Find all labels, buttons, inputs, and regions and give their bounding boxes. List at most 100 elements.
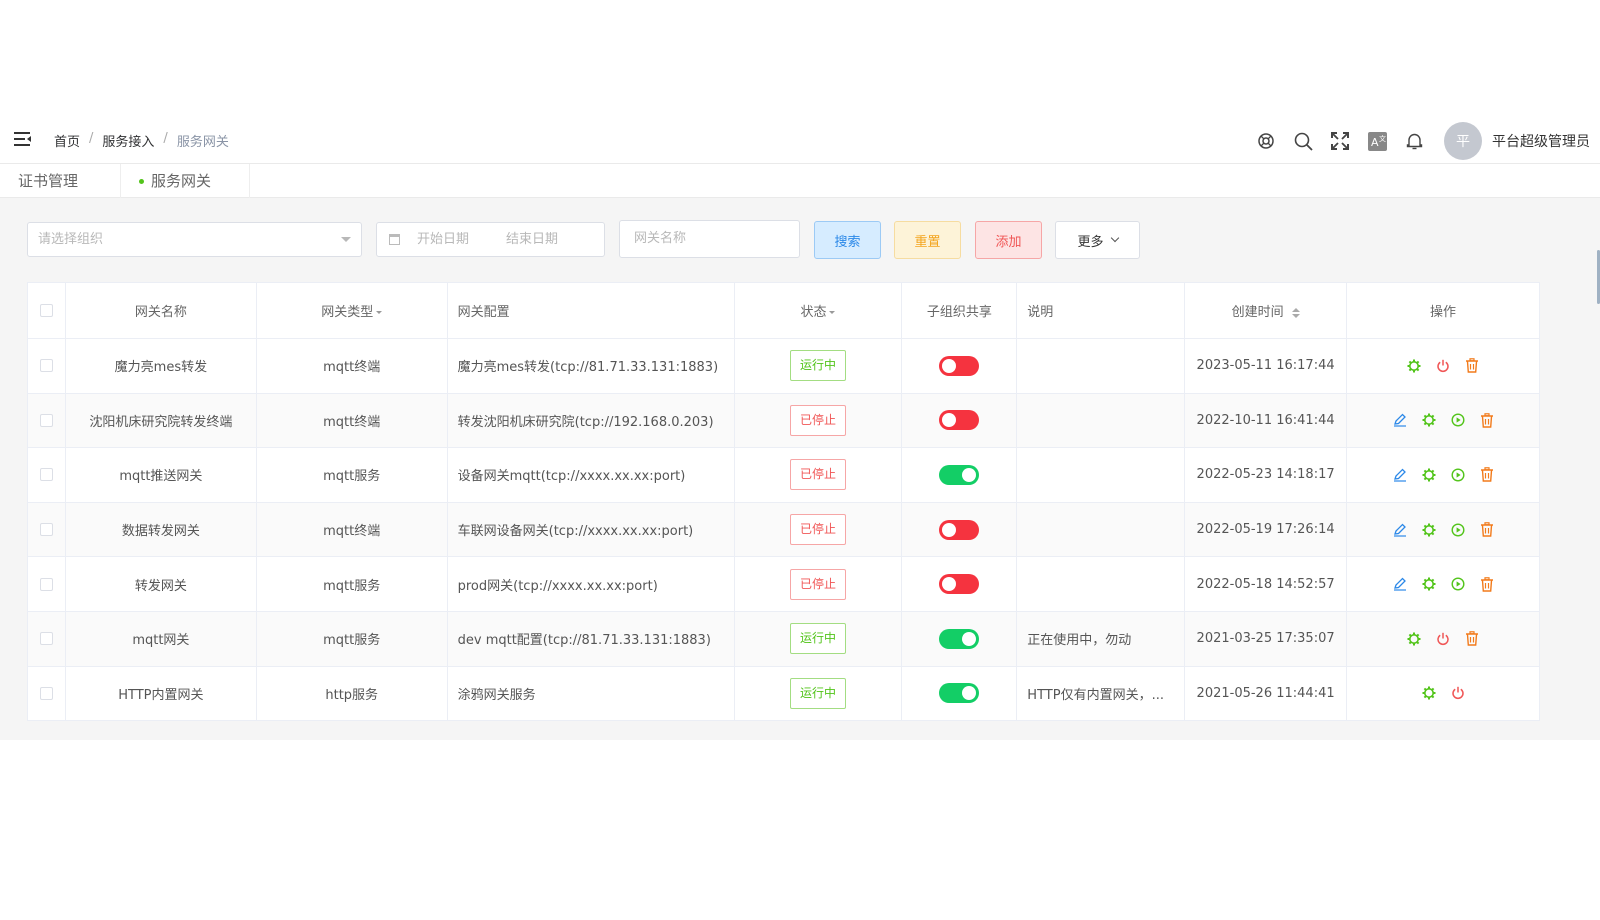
- breadcrumb-home[interactable]: 首页: [54, 131, 80, 150]
- gear-icon[interactable]: [1406, 358, 1422, 374]
- bell-icon[interactable]: [1403, 130, 1425, 152]
- toggle-knob: [942, 577, 957, 592]
- pencil-icon[interactable]: [1392, 412, 1408, 428]
- cell-gateway-type: mqtt终端: [255, 392, 448, 449]
- power-icon[interactable]: [1435, 631, 1451, 647]
- gear-icon[interactable]: [1421, 576, 1437, 592]
- power-icon[interactable]: [1435, 358, 1451, 374]
- cell-created-time: 2022-05-23 14:18:17: [1184, 447, 1348, 503]
- play-circle-icon[interactable]: [1450, 576, 1466, 592]
- app-frame: 首页 / 服务接入 / 服务网关 A文 平 平台超级管理员 证书管理 服务网关 …: [0, 118, 1600, 740]
- search-icon[interactable]: [1292, 130, 1314, 152]
- table-row[interactable]: 沈阳机床研究院转发终端 mqtt终端 转发沈阳机床研究院(tcp://192.168…: [27, 392, 1540, 449]
- header-type[interactable]: 网关类型: [255, 282, 448, 339]
- more-button[interactable]: 更多: [1055, 221, 1140, 259]
- trash-icon[interactable]: [1479, 522, 1495, 538]
- header-created[interactable]: 创建时间: [1184, 282, 1348, 339]
- cell-gateway-name: 沈阳机床研究院转发终端: [64, 392, 257, 449]
- cell-gateway-type: mqtt服务: [255, 556, 448, 612]
- header-status-label: 状态: [800, 305, 827, 320]
- svg-text:文: 文: [1379, 134, 1386, 143]
- share-toggle[interactable]: [939, 574, 980, 595]
- trash-icon[interactable]: [1464, 631, 1480, 647]
- table-row[interactable]: mqtt推送网关 mqtt服务 设备网关mqtt(tcp://xxxx.xx.xx:…: [27, 447, 1540, 503]
- pencil-icon[interactable]: [1392, 467, 1408, 483]
- pencil-icon[interactable]: [1392, 522, 1408, 538]
- share-toggle[interactable]: [939, 628, 980, 649]
- cell-share: [901, 501, 1018, 558]
- help-icon[interactable]: [1255, 130, 1277, 152]
- gear-icon[interactable]: [1421, 412, 1437, 428]
- active-dot-icon: [139, 179, 144, 184]
- cell-share: [901, 610, 1018, 667]
- calendar-icon: [389, 234, 400, 245]
- tag-service-gateway[interactable]: 服务网关: [120, 164, 251, 198]
- fullscreen-icon[interactable]: [1329, 130, 1351, 152]
- play-circle-icon[interactable]: [1450, 522, 1466, 538]
- row-actions: [1347, 631, 1539, 647]
- row-checkbox[interactable]: [39, 468, 53, 482]
- power-icon[interactable]: [1450, 685, 1466, 701]
- status-badge: 运行中: [789, 677, 846, 709]
- table-row[interactable]: mqtt网关 mqtt服务 dev mqtt配置(tcp://81.71.33.13…: [27, 610, 1540, 667]
- row-checkbox[interactable]: [39, 632, 53, 646]
- share-toggle[interactable]: [939, 410, 980, 431]
- status-badge: 已停止: [789, 459, 846, 491]
- menu-fold-icon[interactable]: [14, 131, 32, 147]
- row-checkbox[interactable]: [39, 413, 53, 427]
- select-all-checkbox[interactable]: [39, 304, 53, 317]
- row-select-cell: [27, 447, 66, 503]
- row-checkbox[interactable]: [39, 359, 53, 373]
- cell-gateway-config: 车联网设备网关(tcp://xxxx.xx.xx:port): [446, 501, 735, 558]
- share-toggle[interactable]: [939, 683, 980, 704]
- status-badge: 已停止: [789, 568, 846, 600]
- header-status[interactable]: 状态: [733, 282, 903, 339]
- share-toggle[interactable]: [939, 464, 980, 485]
- tag-cert-management[interactable]: 证书管理: [18, 164, 78, 198]
- share-toggle[interactable]: [939, 519, 980, 540]
- cell-gateway-type: mqtt服务: [255, 610, 448, 667]
- org-select[interactable]: 请选择组织: [27, 222, 362, 257]
- translate-icon[interactable]: A文: [1366, 130, 1388, 152]
- row-checkbox[interactable]: [39, 577, 53, 591]
- trash-icon[interactable]: [1479, 412, 1495, 428]
- trash-icon[interactable]: [1479, 576, 1495, 592]
- row-select-cell: [27, 392, 66, 449]
- table-row[interactable]: 魔力亮mes转发 mqtt终端 魔力亮mes转发(tcp://81.71.33.13…: [27, 338, 1540, 394]
- cell-share: [901, 447, 1018, 503]
- row-checkbox[interactable]: [39, 523, 53, 537]
- row-checkbox[interactable]: [39, 686, 53, 700]
- cell-status: 已停止: [733, 556, 903, 612]
- avatar[interactable]: 平: [1444, 122, 1482, 160]
- toggle-knob: [962, 686, 977, 701]
- username[interactable]: 平台超级管理员: [1492, 131, 1590, 151]
- gateway-name-input[interactable]: 网关名称: [619, 220, 800, 258]
- gear-icon[interactable]: [1421, 522, 1437, 538]
- status-badge: 已停止: [789, 404, 846, 436]
- header-created-label: 创建时间: [1231, 305, 1284, 320]
- trash-icon[interactable]: [1464, 358, 1480, 374]
- cell-description: [1016, 338, 1186, 394]
- search-button[interactable]: 搜索: [814, 221, 881, 259]
- reset-button[interactable]: 重置: [894, 221, 961, 259]
- cell-gateway-name: HTTP内置网关: [64, 665, 257, 722]
- table-row[interactable]: HTTP内置网关 http服务 涂鸦网关服务 运行中 HTTP仅有内置网关，... 202…: [27, 665, 1540, 722]
- row-actions: [1347, 576, 1539, 592]
- table-row[interactable]: 数据转发网关 mqtt终端 车联网设备网关(tcp://xxxx.xx.xx:por…: [27, 501, 1540, 558]
- gear-icon[interactable]: [1406, 631, 1422, 647]
- date-range-picker[interactable]: 开始日期 结束日期: [376, 222, 605, 257]
- table-row[interactable]: 转发网关 mqtt服务 prod网关(tcp://xxxx.xx.xx:port) 已…: [27, 556, 1540, 612]
- add-button[interactable]: 添加: [975, 221, 1042, 259]
- gear-icon[interactable]: [1421, 467, 1437, 483]
- cell-gateway-name: mqtt推送网关: [64, 447, 257, 503]
- trash-icon[interactable]: [1479, 467, 1495, 483]
- cell-share: [901, 665, 1018, 722]
- tag-label: 证书管理: [18, 172, 79, 190]
- play-circle-icon[interactable]: [1450, 412, 1466, 428]
- gear-icon[interactable]: [1421, 685, 1437, 701]
- cell-operations: [1346, 447, 1540, 503]
- play-circle-icon[interactable]: [1450, 467, 1466, 483]
- breadcrumb-service-access[interactable]: 服务接入: [102, 131, 154, 150]
- share-toggle[interactable]: [939, 355, 980, 376]
- pencil-icon[interactable]: [1392, 576, 1408, 592]
